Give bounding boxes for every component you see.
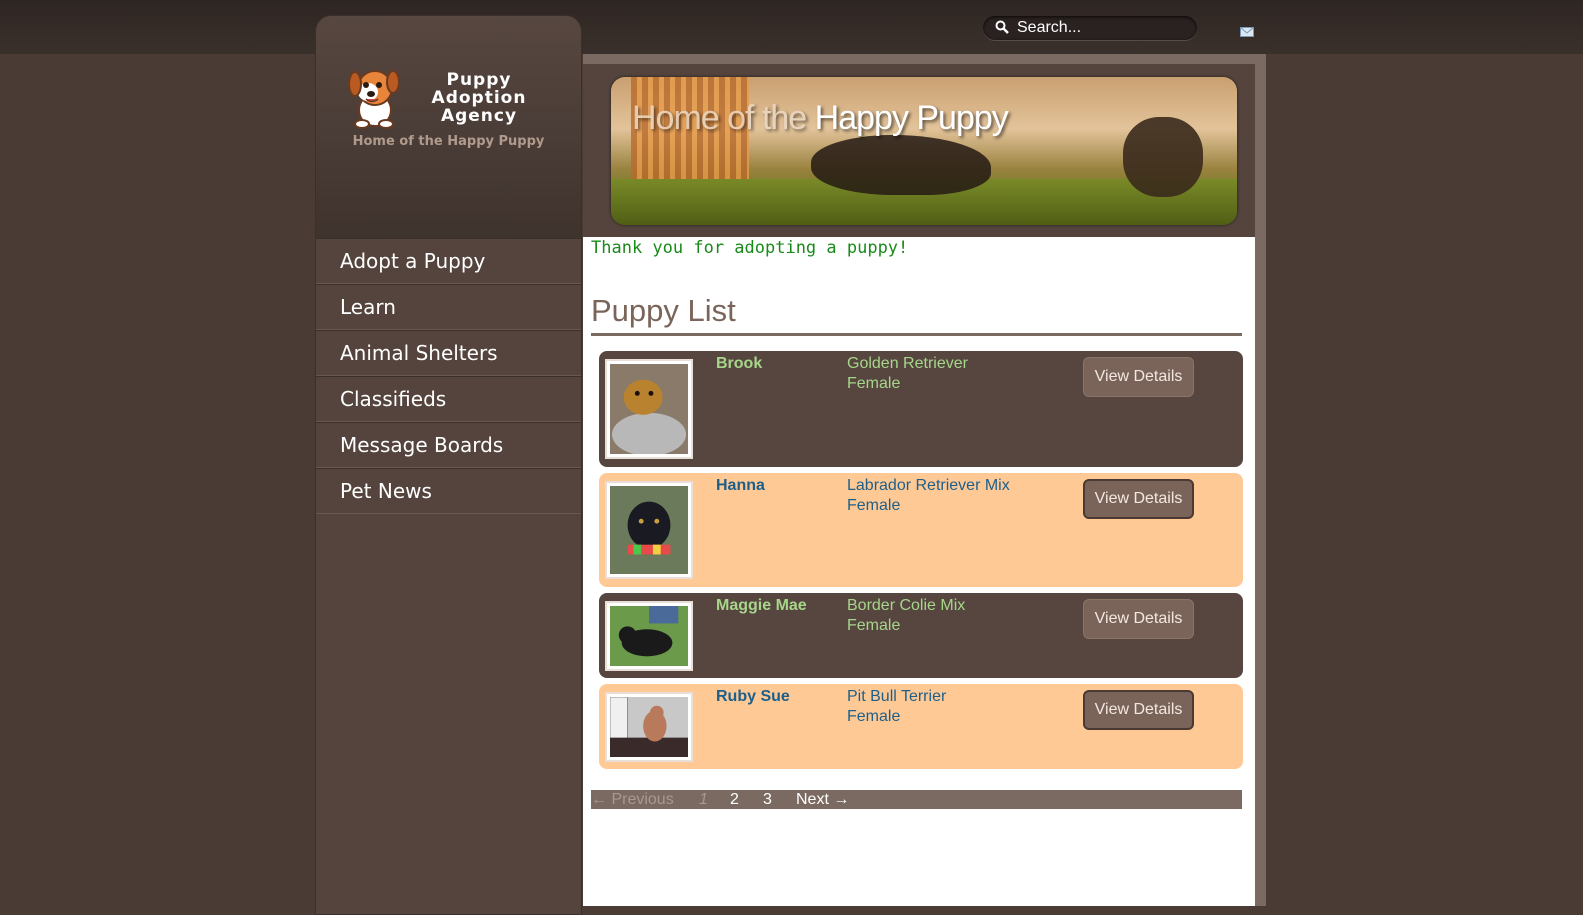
puppy-sex: Female xyxy=(847,617,901,634)
puppy-breed: Labrador Retriever Mix xyxy=(847,477,1010,494)
logo-line-2: Adoption xyxy=(431,88,527,108)
puppy-logo-icon[interactable] xyxy=(346,64,404,130)
mail-icon[interactable] xyxy=(1240,27,1254,37)
heading-divider xyxy=(591,333,1242,336)
sidebar-header: Puppy Adoption Agency Home of the Happy … xyxy=(316,16,581,238)
sidebar-nav: Adopt a Puppy Learn Animal Shelters Clas… xyxy=(316,238,581,514)
puppy-photo[interactable] xyxy=(605,692,693,762)
puppy-sex: Female xyxy=(847,375,901,392)
banner-title-part1: Home of the xyxy=(632,99,815,137)
search-icon xyxy=(995,20,1009,34)
pagination: ← Previous 1 2 3 Next → xyxy=(591,790,1242,809)
puppy-name: Ruby Sue xyxy=(716,688,790,705)
pagination-page-2[interactable]: 2 xyxy=(730,790,739,809)
top-bar xyxy=(0,0,1583,54)
puppy-photo[interactable] xyxy=(605,359,693,459)
banner-title-part2: Happy Puppy xyxy=(814,99,1009,137)
hero-banner: Home of the Happy Puppy xyxy=(611,77,1237,225)
view-details-button[interactable]: View Details xyxy=(1083,357,1194,397)
puppy-row: Ruby Sue Pit Bull Terrier Female View De… xyxy=(599,684,1243,769)
search-input[interactable] xyxy=(1017,19,1187,37)
puppy-name: Brook xyxy=(716,355,763,372)
pagination-page-3[interactable]: 3 xyxy=(763,790,772,809)
puppy-sex: Female xyxy=(847,497,901,514)
puppy-row: Hanna Labrador Retriever Mix Female View… xyxy=(599,473,1243,587)
sidebar: Puppy Adoption Agency Home of the Happy … xyxy=(315,15,582,915)
banner-dog-left xyxy=(811,135,991,195)
puppy-row: Brook Golden Retriever Female View Detai… xyxy=(599,351,1243,467)
puppy-breed: Pit Bull Terrier xyxy=(847,688,947,705)
nav-item-learn[interactable]: Learn xyxy=(316,284,581,330)
puppy-breed: Border Colie Mix xyxy=(847,597,966,614)
view-details-button[interactable]: View Details xyxy=(1083,599,1194,639)
nav-item-adopt-a-puppy[interactable]: Adopt a Puppy xyxy=(316,238,581,284)
puppy-photo-hanna xyxy=(610,486,688,574)
puppy-name: Maggie Mae xyxy=(716,597,807,614)
nav-item-message-boards[interactable]: Message Boards xyxy=(316,422,581,468)
banner-title: Home of the Happy Puppy xyxy=(632,99,1009,138)
nav-item-classifieds[interactable]: Classifieds xyxy=(316,376,581,422)
pagination-previous: ← Previous xyxy=(591,791,674,808)
puppy-photo-maggie-mae xyxy=(610,606,688,666)
pagination-page-current: 1 xyxy=(699,791,708,808)
logo-line-3: Agency xyxy=(440,106,518,126)
logo-text[interactable]: Puppy Adoption Agency xyxy=(421,71,537,125)
view-details-button[interactable]: View Details xyxy=(1083,690,1194,730)
puppy-photo[interactable] xyxy=(605,481,693,579)
banner-dog-right xyxy=(1123,117,1203,197)
puppy-sex: Female xyxy=(847,708,901,725)
page-title: Puppy List xyxy=(591,293,736,328)
puppy-photo[interactable] xyxy=(605,601,693,671)
nav-item-animal-shelters[interactable]: Animal Shelters xyxy=(316,330,581,376)
puppy-photo-ruby-sue xyxy=(609,696,688,757)
puppy-photo-brook xyxy=(610,364,688,456)
nav-item-pet-news[interactable]: Pet News xyxy=(316,468,581,514)
puppy-name: Hanna xyxy=(716,477,765,494)
logo-tagline: Home of the Happy Puppy xyxy=(352,134,545,149)
pagination-next[interactable]: Next → xyxy=(796,790,849,809)
puppy-breed: Golden Retriever xyxy=(847,355,968,372)
logo-line-1: Puppy xyxy=(446,70,512,90)
view-details-button[interactable]: View Details xyxy=(1083,479,1194,519)
puppy-row: Maggie Mae Border Colie Mix Female View … xyxy=(599,593,1243,678)
search-box[interactable] xyxy=(983,16,1197,40)
adoption-notice: Thank you for adopting a puppy! xyxy=(591,238,909,258)
